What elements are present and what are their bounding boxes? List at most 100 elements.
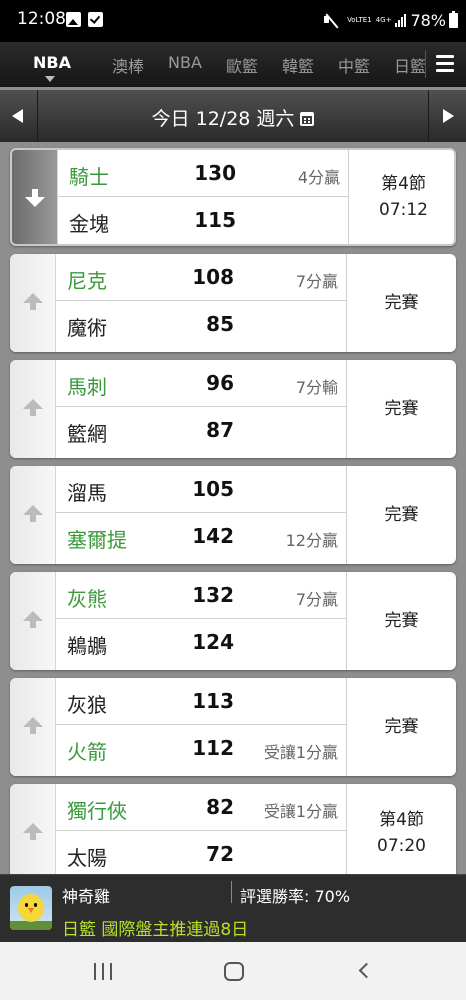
calendar-icon[interactable]: [300, 112, 315, 126]
team-row: 灰狼 113: [56, 678, 346, 725]
team-score: 124: [192, 630, 234, 654]
battery-icon: [449, 10, 458, 28]
tab-korean-basketball[interactable]: 韓籃: [282, 53, 314, 77]
tab-chinese-basketball[interactable]: 中籃: [338, 53, 370, 77]
game-list[interactable]: 騎士 130 4分贏 金塊 115 第4節 07:12 尼克 108 7分贏 魔…: [0, 142, 466, 874]
active-tab-caret-icon: [45, 76, 55, 82]
tab-japanese-basketball[interactable]: 日籃: [394, 53, 425, 77]
team-name: 火箭: [67, 740, 107, 764]
hamburger-menu-icon[interactable]: [436, 55, 454, 72]
team-score: 85: [206, 312, 234, 336]
team-score: 142: [192, 524, 234, 548]
team-row: 溜馬 105: [56, 466, 346, 513]
tipster-banner[interactable]: 神奇雞 評選勝率: 70% 日籃 國際盤主推連過8日: [0, 874, 466, 942]
date-navigation-bar: 今日 12/28 週六: [0, 90, 466, 142]
team-name: 塞爾提: [67, 528, 127, 552]
team-name: 溜馬: [67, 481, 107, 505]
game-card-5[interactable]: 灰熊 132 7分贏 鵜鶘 124 完賽: [10, 572, 456, 670]
arrow-up-icon: [23, 399, 43, 417]
arrow-up-icon: [23, 611, 43, 629]
game-card-1[interactable]: 騎士 130 4分贏 金塊 115 第4節 07:12: [10, 148, 456, 246]
expand-toggle[interactable]: [10, 360, 56, 458]
team-score: 72: [206, 842, 234, 866]
network-type-label: 4G+: [375, 16, 392, 24]
team-score: 87: [206, 418, 234, 442]
recent-apps-icon[interactable]: [94, 963, 112, 980]
team-name: 灰狼: [67, 693, 107, 717]
game-status: 完賽: [346, 254, 456, 352]
spread-result: 7分贏: [295, 590, 338, 609]
game-final-label: 完賽: [384, 293, 419, 313]
game-card-3[interactable]: 馬刺 96 7分輸 籃網 87 完賽: [10, 360, 456, 458]
home-icon[interactable]: [224, 962, 244, 981]
game-card-4[interactable]: 溜馬 105 塞爾提 142 12分贏 完賽: [10, 466, 456, 564]
next-day-arrow-icon[interactable]: [428, 90, 466, 142]
team-name: 鵜鶘: [67, 634, 107, 658]
expand-toggle[interactable]: [10, 572, 56, 670]
expand-toggle[interactable]: [10, 254, 56, 352]
team-row: 馬刺 96 7分輸: [56, 360, 346, 407]
team-score: 130: [194, 161, 236, 185]
game-clock: 07:12: [379, 200, 428, 220]
chick-icon: [18, 894, 44, 922]
tipster-avatar: [10, 886, 52, 930]
date-picker[interactable]: 今日 12/28 週六: [0, 104, 466, 131]
game-final-label: 完賽: [384, 505, 419, 525]
team-row: 灰熊 132 7分贏: [56, 572, 346, 619]
game-period: 第4節: [381, 174, 426, 194]
team-row: 尼克 108 7分贏: [56, 254, 346, 301]
spread-result: 7分輸: [295, 378, 338, 397]
team-name: 金塊: [69, 212, 109, 236]
team-score: 82: [206, 795, 234, 819]
team-row: 火箭 112 受讓1分贏: [56, 725, 346, 772]
status-bar: 12:08 VoLTE1 4G+ 78%: [0, 0, 466, 42]
tipster-win-rate: 評選勝率: 70%: [240, 887, 351, 906]
tab-euro-basketball[interactable]: 歐籃: [226, 53, 258, 77]
game-card-6[interactable]: 灰狼 113 火箭 112 受讓1分贏 完賽: [10, 678, 456, 776]
game-card-2[interactable]: 尼克 108 7分贏 魔術 85 完賽: [10, 254, 456, 352]
game-card-7[interactable]: 獨行俠 82 受讓1分贏 太陽 72 第4節 07:20: [10, 784, 456, 874]
tipster-name: 神奇雞: [62, 887, 111, 906]
game-final-label: 完賽: [384, 611, 419, 631]
team-row: 籃網 87: [56, 407, 346, 454]
game-clock: 07:20: [377, 836, 426, 856]
expand-toggle[interactable]: [10, 784, 56, 874]
expand-toggle[interactable]: [10, 466, 56, 564]
team-name: 太陽: [67, 846, 107, 870]
team-score: 105: [192, 477, 234, 501]
team-name: 騎士: [69, 165, 109, 189]
tipster-promo-link[interactable]: 日籃 國際盤主推連過8日: [62, 915, 248, 940]
team-score: 112: [192, 736, 234, 760]
team-row: 塞爾提 142 12分贏: [56, 513, 346, 560]
league-tab-bar: NBA 澳棒 NBA 歐籃 韓籃 中籃 日籃: [0, 42, 466, 87]
arrow-down-icon: [25, 189, 45, 207]
team-score: 96: [206, 371, 234, 395]
game-status: 第4節 07:12: [348, 150, 454, 244]
team-name: 魔術: [67, 316, 107, 340]
spread-result: 受讓1分贏: [263, 802, 338, 821]
team-row: 魔術 85: [56, 301, 346, 348]
spread-result: 7分贏: [295, 272, 338, 291]
arrow-up-icon: [23, 293, 43, 311]
battery-percent: 78%: [410, 10, 446, 30]
signal-icon: [395, 13, 407, 27]
game-final-label: 完賽: [384, 717, 419, 737]
tab-nba[interactable]: NBA: [168, 53, 202, 72]
team-row: 獨行俠 82 受讓1分贏: [56, 784, 346, 831]
team-row: 太陽 72: [56, 831, 346, 874]
tab-australian-baseball[interactable]: 澳棒: [112, 53, 144, 77]
game-status: 完賽: [346, 360, 456, 458]
banner-divider: [231, 881, 232, 903]
back-icon[interactable]: [358, 962, 375, 979]
game-status: 第4節 07:20: [346, 784, 456, 874]
team-row: 金塊 115: [58, 197, 348, 244]
spread-result: 12分贏: [285, 531, 338, 550]
expand-toggle[interactable]: [12, 150, 58, 244]
team-name: 籃網: [67, 422, 107, 446]
date-label: 今日 12/28 週六: [151, 108, 295, 130]
expand-toggle[interactable]: [10, 678, 56, 776]
arrow-up-icon: [23, 717, 43, 735]
team-name: 灰熊: [67, 587, 107, 611]
tab-nba-main[interactable]: NBA: [33, 53, 71, 72]
tab-divider: [425, 50, 426, 78]
